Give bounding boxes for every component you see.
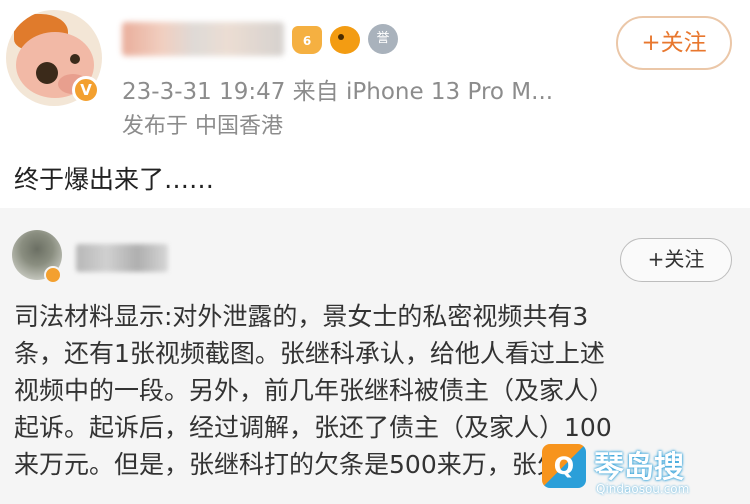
site-watermark: Q 琴岛搜 Qindaosou.com [540, 440, 750, 504]
avatar-eye-left [36, 62, 58, 84]
post-header: V 6 誉 23-3-31 19:47 来自 iPhone 13 Pro M..… [0, 0, 750, 145]
follow-button[interactable]: +关注 [616, 16, 732, 70]
username-blurred[interactable] [122, 22, 284, 56]
post-location: 发布于 中国香港 [122, 114, 283, 139]
post-timestamp-source: 23-3-31 19:47 来自 iPhone 13 Pro M... [122, 79, 554, 105]
watermark-title: 琴岛搜 [594, 450, 684, 485]
repost-text-line: 视频中的一段。另外，前几年张继科被债主（及家人） [14, 376, 615, 405]
repost-username-blurred[interactable] [76, 244, 168, 272]
crown-level-icon[interactable]: 6 [292, 26, 322, 54]
medal-badge-icon[interactable]: 誉 [368, 24, 398, 54]
repost-text-line: 司法材料显示:对外泄露的，景女士的私密视频共有3 [14, 302, 589, 331]
fish-badge-icon[interactable] [330, 26, 360, 54]
watermark-url: Qindaosou.com [596, 482, 690, 496]
repost-text-line: 条，还有1张视频截图。张继科承认，给他人看过上述 [14, 339, 605, 368]
repost-follow-button[interactable]: +关注 [620, 238, 732, 282]
verified-badge-icon: V [72, 76, 100, 104]
repost-verified-badge-icon [44, 266, 62, 284]
post-body-text: 终于爆出来了…… [14, 165, 215, 194]
watermark-logo-icon: Q [542, 444, 586, 488]
avatar-eye-right [70, 54, 80, 64]
